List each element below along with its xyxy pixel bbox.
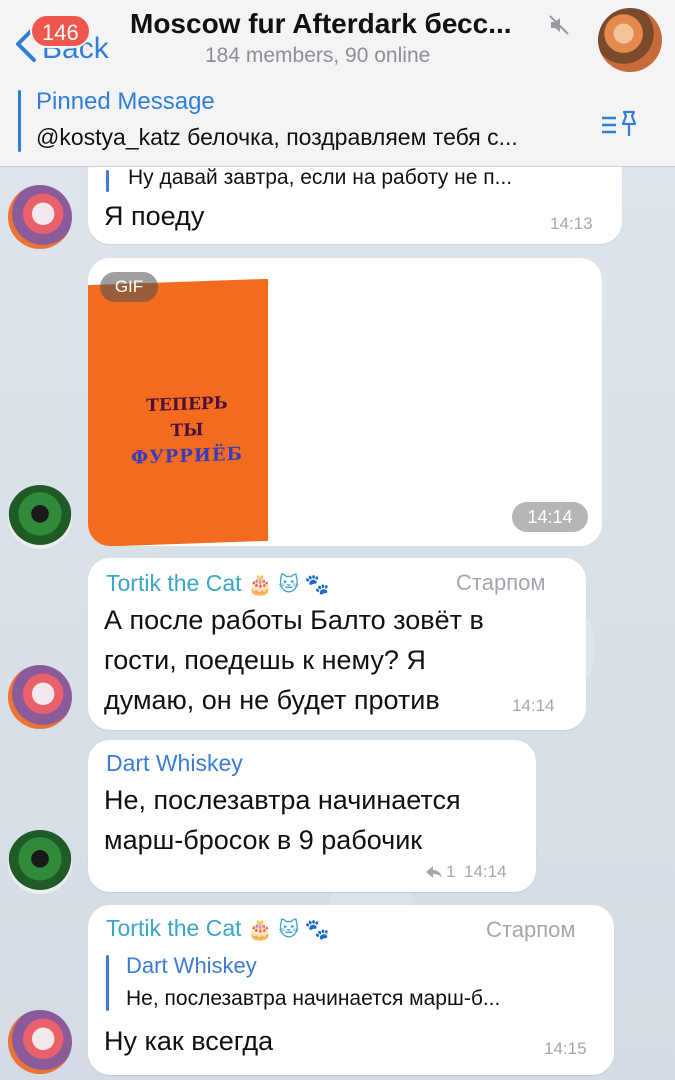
- message-line: А после работы Балто зовёт в: [104, 605, 484, 635]
- muted-speaker-icon: [549, 15, 569, 35]
- reply-sender-name[interactable]: Dart Whiskey: [126, 953, 257, 979]
- avatar[interactable]: [8, 1010, 72, 1074]
- message-text: Ну как всегда: [104, 1026, 274, 1056]
- message-time: 14:14: [464, 862, 507, 881]
- chat-members-info: 184 members, 90 online: [205, 44, 431, 67]
- pinned-text: @kostya_katz белочка, поздравляем тебя с…: [36, 124, 518, 150]
- chat-header: Back 146 Moscow fur Afterdark бесс... 18…: [0, 0, 675, 79]
- sender-name[interactable]: Dart Whiskey: [106, 750, 243, 777]
- sender-emojis: 🎂 🐱 🐾: [247, 919, 330, 941]
- message-bubble[interactable]: Tortik the Cat 🎂 🐱 🐾 Старпом Dart Whiske…: [88, 905, 614, 1075]
- message-text: Я поеду: [104, 201, 205, 231]
- message-time: 14:15: [544, 1039, 587, 1058]
- sender-name[interactable]: Tortik the Cat 🎂 🐱 🐾: [106, 570, 330, 597]
- sender-name[interactable]: Tortik the Cat 🎂 🐱 🐾: [106, 915, 330, 942]
- avatar[interactable]: [8, 485, 72, 549]
- chat-title[interactable]: Moscow fur Afterdark бесс...: [130, 8, 560, 40]
- avatar[interactable]: [8, 665, 72, 729]
- reply-count[interactable]: 1: [446, 862, 455, 882]
- avatar[interactable]: [8, 185, 72, 249]
- pinned-title: Pinned Message: [36, 88, 215, 115]
- message-bubble[interactable]: Dart Whiskey Не, послезавтра начинается …: [88, 740, 536, 892]
- gif-caption: ТЕПЕРЬ ТЫ ФУРРИЁБ: [131, 393, 243, 469]
- message-line: думаю, он не будет против: [104, 685, 440, 715]
- reply-indicator-bar: [106, 955, 109, 1011]
- sender-emojis: 🎂 🐱 🐾: [247, 574, 330, 596]
- gif-badge: GIF: [100, 272, 158, 302]
- pinned-list-icon[interactable]: [600, 108, 640, 140]
- reply-text: Не, послезавтра начинается марш-б...: [126, 987, 501, 1010]
- member-role: Старпом: [456, 570, 546, 595]
- message-line: марш-бросок в 9 рабочик: [104, 825, 423, 855]
- message-time: 14:14: [512, 696, 555, 715]
- message-time: 14:14: [512, 502, 588, 532]
- unread-count-badge: 146: [30, 14, 91, 48]
- gif-message[interactable]: ТЕПЕРЬ ТЫ ФУРРИЁБ GIF 14:14: [88, 258, 602, 546]
- reply-arrow-icon: [426, 866, 442, 878]
- pinned-message-bar[interactable]: Pinned Message @kostya_katz белочка, поз…: [0, 78, 675, 167]
- reply-indicator-bar: [106, 170, 109, 192]
- reply-text: Ну давай завтра, если на работу не п...: [128, 166, 513, 189]
- message-line: гости, поедешь к нему? Я: [104, 645, 426, 675]
- back-button[interactable]: Back 146: [12, 14, 122, 65]
- group-avatar[interactable]: [598, 8, 662, 72]
- message-time: 14:13: [550, 214, 593, 233]
- message-line: Не, послезавтра начинается: [104, 785, 461, 815]
- avatar[interactable]: [8, 830, 72, 894]
- message-bubble[interactable]: Tortik the Cat 🎂 🐱 🐾 Старпом А после раб…: [88, 558, 586, 730]
- member-role: Старпом: [486, 917, 576, 942]
- gif-image: ТЕПЕРЬ ТЫ ФУРРИЁБ: [88, 278, 268, 546]
- pinned-indicator-bar: [18, 90, 21, 152]
